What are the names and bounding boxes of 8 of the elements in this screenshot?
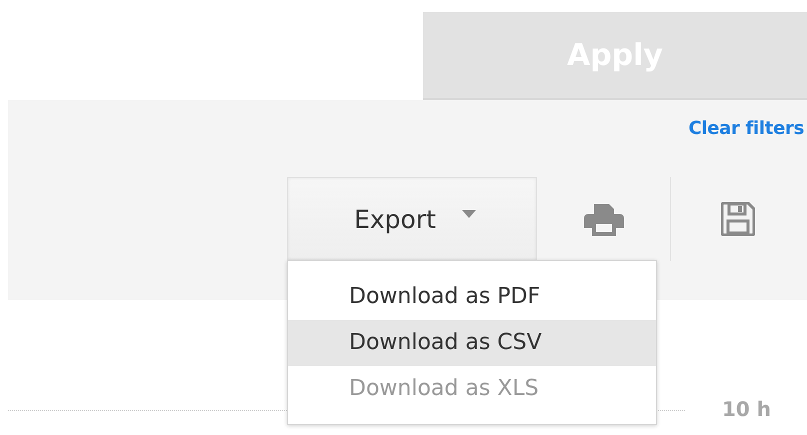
clear-filters-link[interactable]: Clear filters — [688, 118, 804, 160]
caret-icon — [462, 210, 476, 218]
axis-label: 10 h — [722, 397, 772, 421]
print-icon[interactable] — [584, 202, 624, 236]
menu-item[interactable]: Download as PDF — [288, 274, 656, 320]
save-icon[interactable] — [720, 202, 754, 236]
menu-item[interactable]: Download as CSV — [288, 320, 656, 366]
export-button[interactable]: Export — [287, 177, 537, 261]
